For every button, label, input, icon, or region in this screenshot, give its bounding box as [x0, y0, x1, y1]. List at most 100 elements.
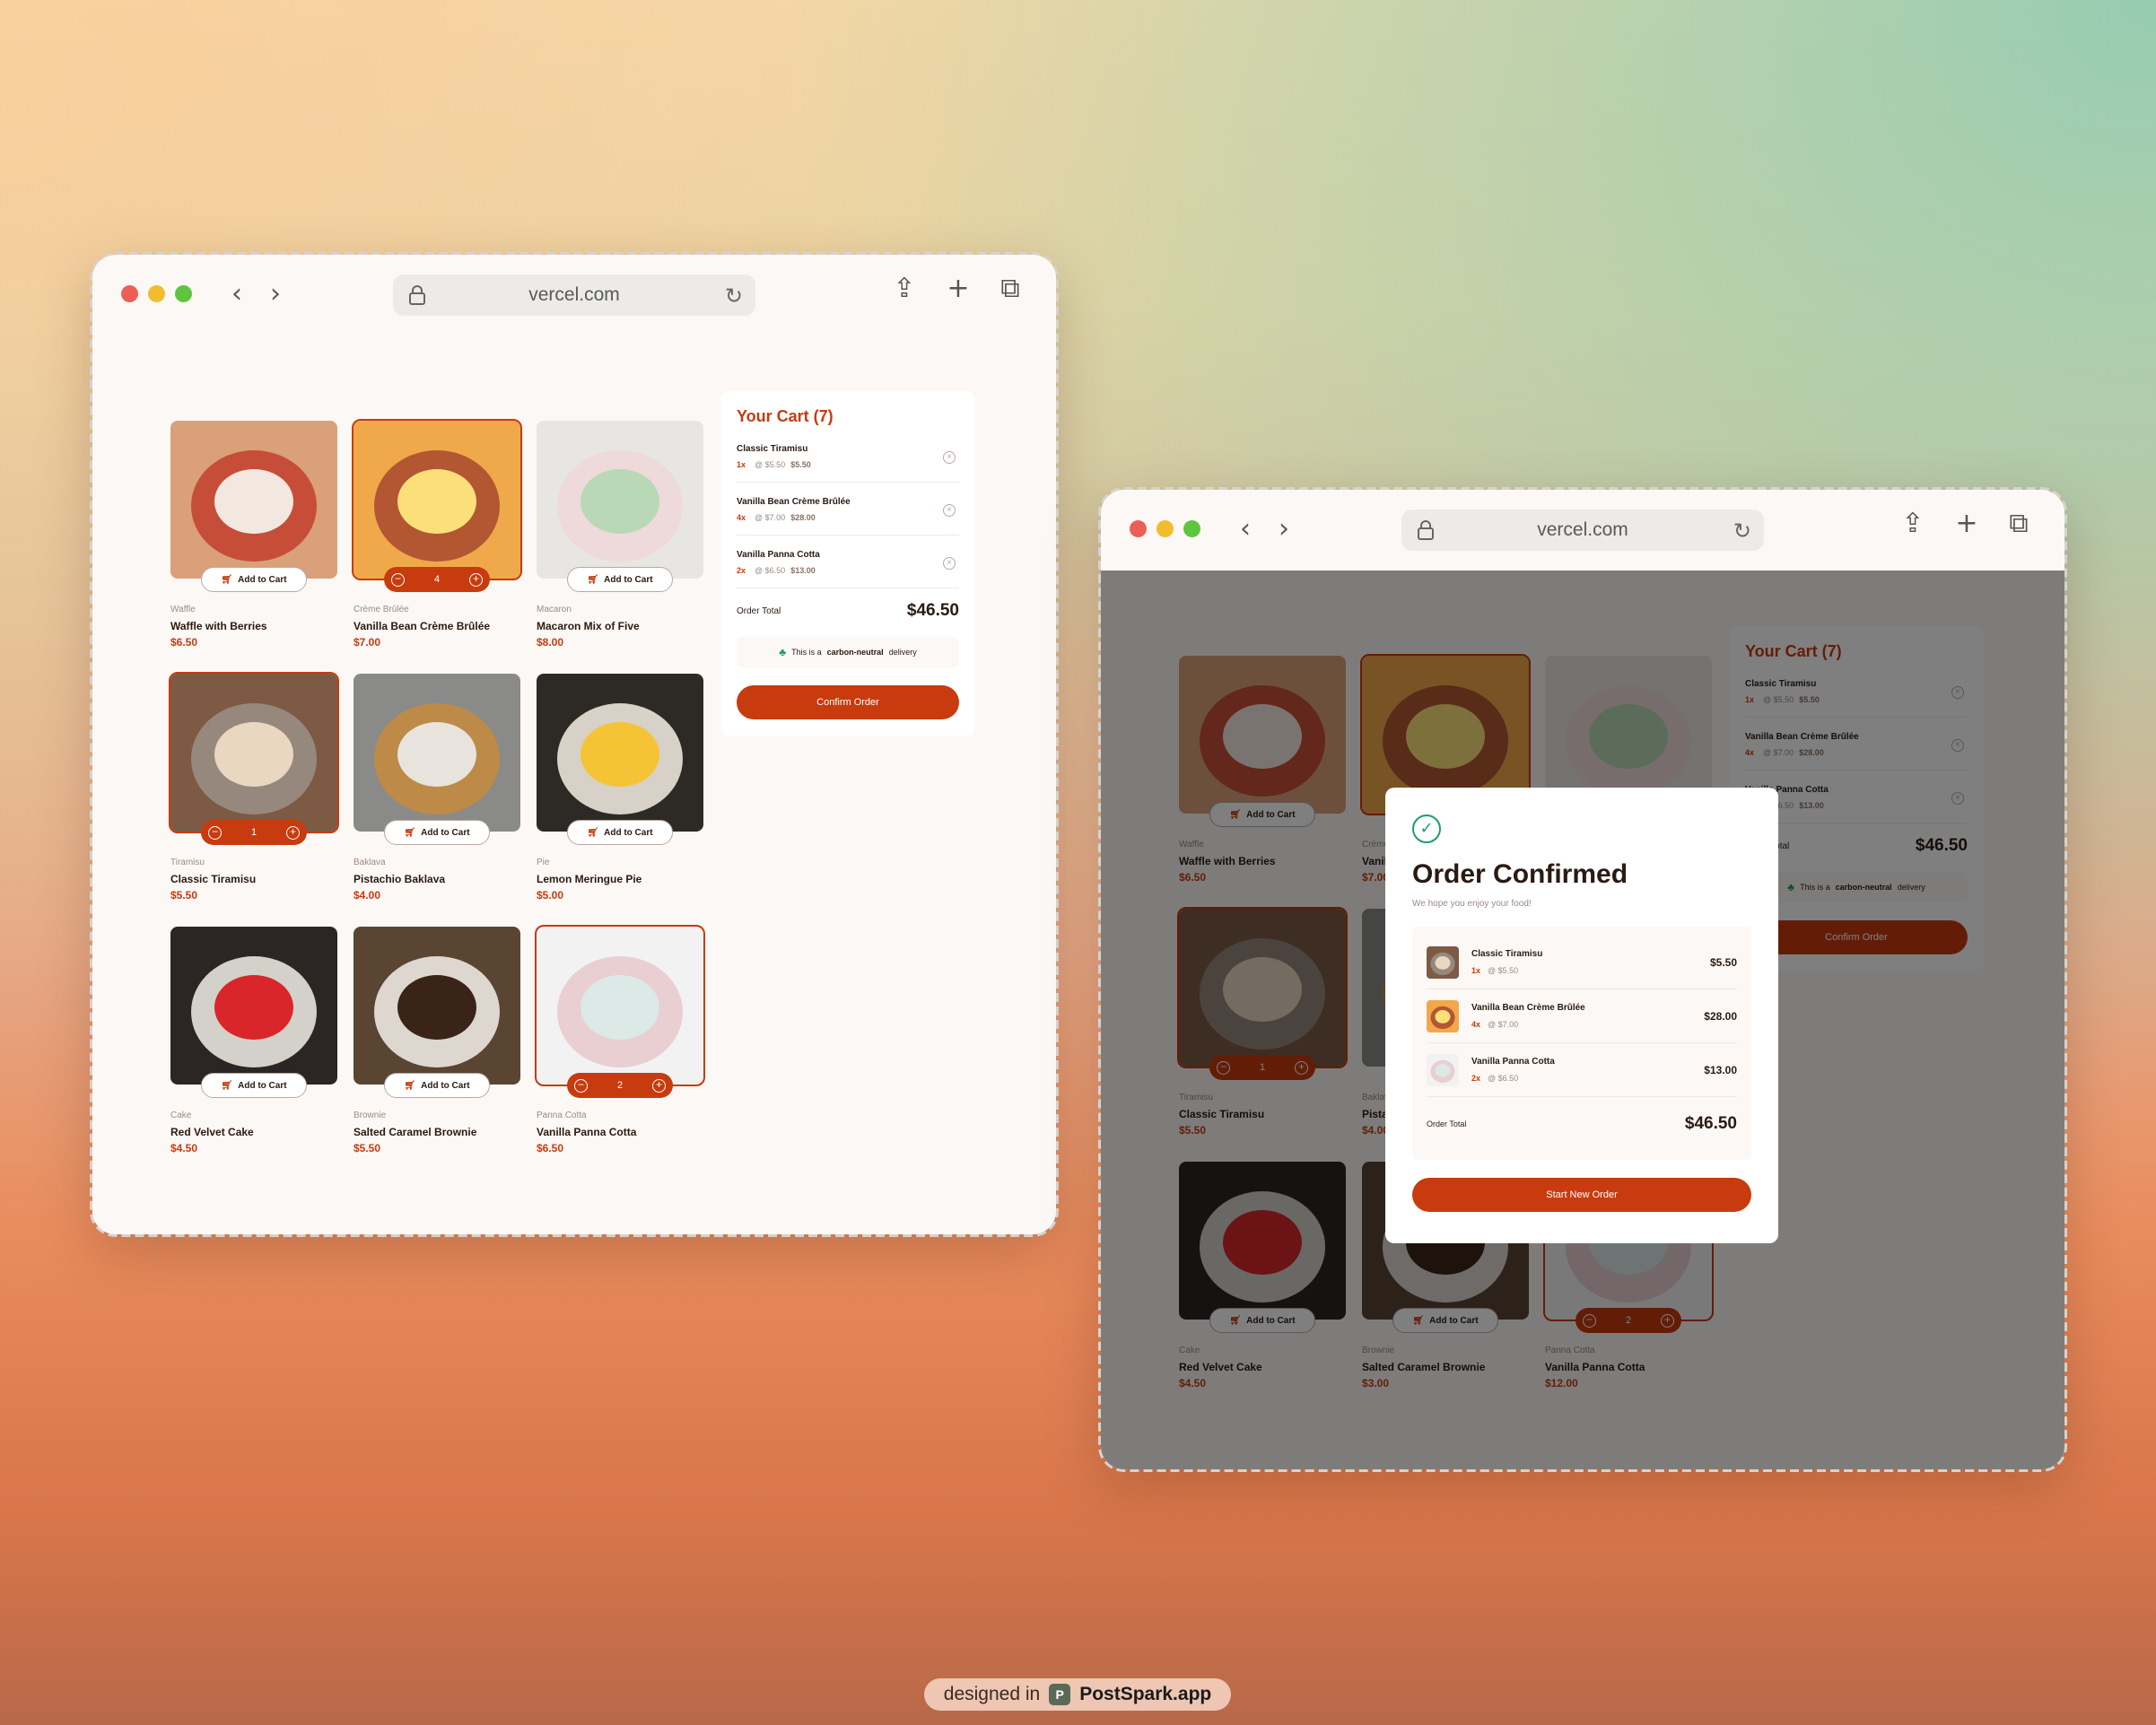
- modal-total-label: Order Total: [1427, 1120, 1467, 1128]
- add-to-cart-label: Add to Cart: [421, 827, 470, 838]
- product-category: Tiramisu: [1179, 1093, 1213, 1102]
- footer-badge[interactable]: designed in P PostSpark.app: [924, 1678, 1231, 1711]
- product-category: Cake: [1179, 1346, 1200, 1355]
- quantity-stepper[interactable]: − 2 +: [1576, 1308, 1681, 1333]
- cart-item-name: Vanilla Bean Crème Brûlée: [737, 497, 851, 507]
- carbon-neutral-note: ♣ This is a carbon-neutral delivery: [1745, 872, 1968, 902]
- address-bar[interactable]: vercel.com ↻: [1401, 510, 1764, 551]
- remove-item-icon[interactable]: ×: [1951, 686, 1964, 699]
- carbon-prefix: This is a: [791, 648, 822, 657]
- share-icon[interactable]: ⇪: [1899, 508, 1926, 542]
- confirmed-item-name: Vanilla Panna Cotta: [1471, 1057, 1555, 1067]
- quantity-value: 1: [250, 827, 257, 838]
- cart-item: Vanilla Panna Cotta 2x@ $6.50$13.00 ×: [737, 546, 959, 588]
- add-to-cart-button[interactable]: 🛒︎ Add to Cart: [384, 820, 490, 845]
- carbon-suffix: delivery: [888, 648, 917, 657]
- add-to-cart-button[interactable]: 🛒︎ Add to Cart: [384, 1073, 490, 1098]
- minus-icon[interactable]: −: [391, 572, 405, 587]
- plus-icon[interactable]: +: [286, 825, 300, 840]
- add-to-cart-button[interactable]: 🛒︎ Add to Cart: [1392, 1308, 1498, 1333]
- new-tab-icon[interactable]: +: [1953, 508, 1980, 542]
- product-category: Waffle: [170, 605, 196, 614]
- reload-icon[interactable]: ↻: [1733, 518, 1751, 544]
- product-category: Panna Cotta: [537, 1111, 587, 1120]
- minimize-window-button[interactable]: [148, 285, 165, 302]
- confirmed-item-amount: $28.00: [1704, 1009, 1737, 1023]
- product-name: Salted Caramel Brownie: [1362, 1361, 1486, 1373]
- product-card: 🛒︎ Add to Cart Macaron Macaron Mix of Five $…: [537, 421, 703, 649]
- product-price: $12.00: [1545, 1377, 1578, 1390]
- confirm-order-button[interactable]: Confirm Order: [737, 685, 959, 719]
- minus-icon[interactable]: −: [574, 1078, 588, 1093]
- product-name: Red Velvet Cake: [1179, 1361, 1262, 1373]
- cart-item-name: Vanilla Panna Cotta: [1745, 785, 1829, 795]
- minus-icon[interactable]: −: [1217, 1060, 1230, 1075]
- remove-item-icon[interactable]: ×: [1951, 739, 1964, 752]
- address-bar[interactable]: vercel.com ↻: [393, 274, 755, 316]
- quantity-stepper[interactable]: − 1 +: [201, 820, 307, 845]
- remove-item-icon[interactable]: ×: [943, 451, 956, 464]
- back-icon[interactable]: ‹: [1240, 513, 1251, 545]
- product-card: 🛒︎ Add to Cart Waffle Waffle with Berries $6…: [170, 421, 337, 649]
- plus-icon[interactable]: +: [469, 572, 483, 587]
- add-to-cart-button[interactable]: 🛒︎ Add to Cart: [1209, 802, 1315, 827]
- minus-icon[interactable]: −: [1583, 1313, 1596, 1328]
- close-window-button[interactable]: [1130, 520, 1147, 537]
- new-tab-icon[interactable]: +: [945, 273, 972, 307]
- confirmed-items-list: Classic Tiramisu 1x @ $5.50 $5.50 Vanilla Be…: [1412, 927, 1751, 1160]
- product-image: [352, 419, 522, 580]
- product-price: $5.50: [354, 1142, 381, 1154]
- tree-icon: ♣: [1787, 881, 1795, 893]
- order-total-label: Order Total: [737, 605, 781, 616]
- remove-item-icon[interactable]: ×: [943, 504, 956, 517]
- lock-icon: [409, 285, 425, 305]
- remove-item-icon[interactable]: ×: [1951, 792, 1964, 805]
- product-category: Baklava: [354, 858, 386, 867]
- quantity-stepper[interactable]: − 2 +: [567, 1073, 673, 1098]
- add-to-cart-button[interactable]: 🛒︎ Add to Cart: [201, 1073, 307, 1098]
- minus-icon[interactable]: −: [208, 825, 222, 840]
- confirmed-item-amount: $13.00: [1704, 1063, 1737, 1076]
- minimize-window-button[interactable]: [1157, 520, 1174, 537]
- forward-icon[interactable]: ›: [1279, 513, 1289, 545]
- product-name: Classic Tiramisu: [170, 873, 257, 885]
- start-new-order-button[interactable]: Start New Order: [1412, 1178, 1751, 1212]
- cart-icon: 🛒︎: [221, 1080, 233, 1091]
- quantity-stepper[interactable]: − 1 +: [1209, 1055, 1315, 1080]
- confirm-order-button[interactable]: Confirm Order: [1745, 920, 1968, 954]
- carbon-bold: carbon-neutral: [826, 648, 884, 657]
- share-icon[interactable]: ⇪: [891, 273, 918, 307]
- plus-icon[interactable]: +: [1661, 1313, 1674, 1328]
- url-text: vercel.com: [528, 284, 620, 305]
- product-price: $5.50: [170, 889, 198, 902]
- product-image: [170, 421, 337, 579]
- quantity-stepper[interactable]: − 4 +: [384, 567, 490, 592]
- product-card: − 2 + Panna Cotta Vanilla Panna Cotta $6.50: [535, 925, 705, 1154]
- reload-icon[interactable]: ↻: [725, 283, 743, 309]
- modal-title: Order Confirmed: [1412, 859, 1628, 889]
- cart-item-meta: 4x @ $7.00 $28.00: [737, 513, 816, 522]
- product-image: [169, 672, 339, 833]
- product-price: $5.00: [537, 889, 564, 902]
- close-window-button[interactable]: [121, 285, 138, 302]
- plus-icon[interactable]: +: [652, 1078, 666, 1093]
- carbon-bold: carbon-neutral: [1835, 883, 1892, 892]
- plus-icon[interactable]: +: [1295, 1060, 1308, 1075]
- add-to-cart-button[interactable]: 🛒︎ Add to Cart: [567, 567, 673, 592]
- maximize-window-button[interactable]: [1183, 520, 1200, 537]
- add-to-cart-button[interactable]: 🛒︎ Add to Cart: [567, 820, 673, 845]
- back-icon[interactable]: ‹: [231, 278, 242, 309]
- maximize-window-button[interactable]: [175, 285, 192, 302]
- product-name: Salted Caramel Brownie: [354, 1126, 477, 1138]
- tabs-overview-icon[interactable]: ⧉: [997, 273, 1024, 307]
- remove-item-icon[interactable]: ×: [943, 557, 956, 570]
- tabs-overview-icon[interactable]: ⧉: [2005, 508, 2032, 542]
- forward-icon[interactable]: ›: [270, 278, 281, 309]
- product-image: [537, 421, 703, 579]
- product-price: $6.50: [170, 636, 198, 649]
- add-to-cart-button[interactable]: 🛒︎ Add to Cart: [201, 567, 307, 592]
- item-thumbnail: [1427, 945, 1459, 979]
- cart-icon: 🛒︎: [1229, 1315, 1242, 1326]
- product-image: [537, 674, 703, 832]
- add-to-cart-button[interactable]: 🛒︎ Add to Cart: [1209, 1308, 1315, 1333]
